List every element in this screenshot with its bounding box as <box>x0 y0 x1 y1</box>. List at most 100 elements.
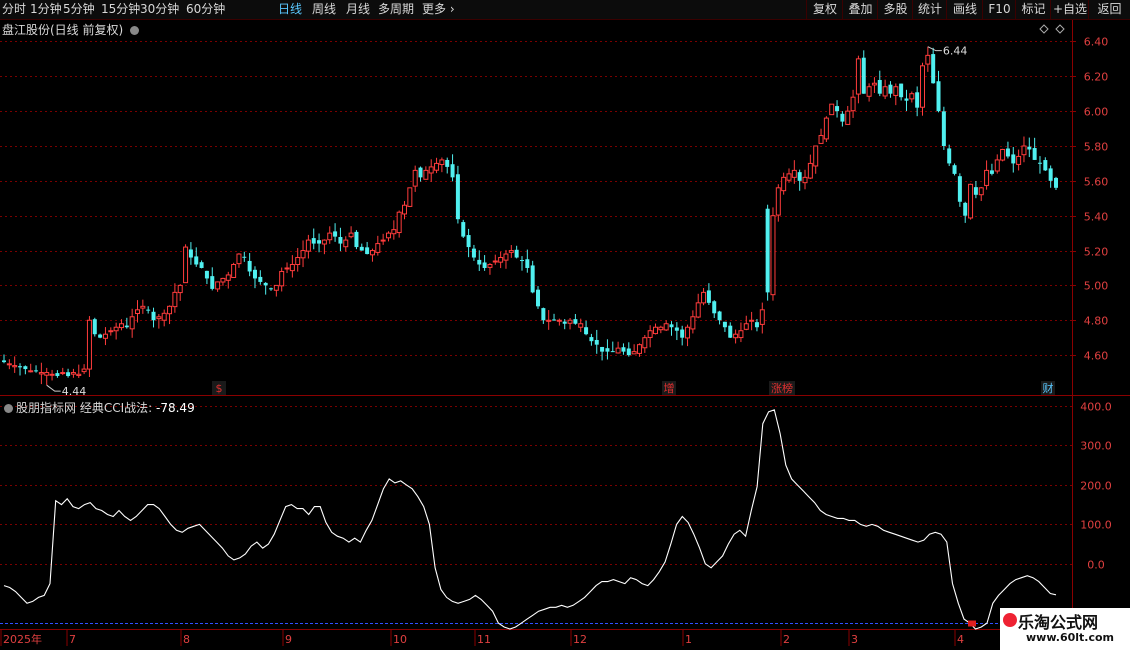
candle-body-up <box>439 159 445 165</box>
candle-body-up <box>396 211 402 234</box>
candle-body-down <box>477 259 482 265</box>
candle-body-up <box>391 229 397 235</box>
xaxis-label: 9 <box>285 633 292 646</box>
candle-body-down <box>333 231 338 237</box>
candle-body-up <box>845 110 851 125</box>
candle-body-down <box>92 319 97 335</box>
candle-body-up <box>321 239 327 245</box>
candle-body-down <box>450 164 455 178</box>
candle-body-up <box>919 65 925 108</box>
min-label: 4.44 <box>62 385 86 398</box>
candle-body-up <box>829 103 835 116</box>
candle-body-down <box>674 327 679 331</box>
candle-body-up <box>1016 155 1022 165</box>
candle-body-down <box>418 167 423 178</box>
candle-body-up <box>492 260 498 263</box>
candle-body-up <box>273 284 279 291</box>
candle-body-up <box>578 323 584 328</box>
candle-body-up <box>909 93 915 100</box>
chart-canvas: 4.60 4.80 5.00 5.20 5.40 5.60 5.80 6.00 6.20 6.40… <box>0 20 1130 650</box>
candle-body-up <box>893 86 899 96</box>
candle-body-up <box>994 159 1000 172</box>
candle-body-down <box>359 246 364 251</box>
candle-body-up <box>823 117 829 140</box>
candle-body-up <box>220 277 226 283</box>
cci-tick-label: 0.0 <box>1087 559 1105 572</box>
candle-body-down <box>55 373 60 377</box>
candle-body-down <box>194 256 199 265</box>
candle-body-up <box>369 250 375 256</box>
candle-body-up <box>749 319 755 322</box>
cci-signal-marker <box>968 620 976 627</box>
candle-body-up <box>407 187 413 207</box>
candle-body-down <box>252 269 257 279</box>
event-marker: $ <box>216 382 223 395</box>
diamond-icon <box>1055 24 1065 34</box>
candle-body-up <box>412 169 418 187</box>
candle-body-down <box>530 265 535 293</box>
candle-body-up <box>781 176 787 192</box>
candle-body-up <box>652 326 658 335</box>
chevron-down-icon[interactable] <box>4 404 13 413</box>
price-tick-label: 5.40 <box>1084 211 1109 224</box>
candle-body-up <box>498 257 504 263</box>
candle-body-up <box>1021 145 1027 156</box>
candle-body-up <box>818 135 824 144</box>
cci-tick-label: 100.0 <box>1080 519 1112 532</box>
candle-body-up <box>76 373 82 376</box>
candle-body-down <box>455 174 460 220</box>
candle-body-down <box>466 235 471 248</box>
candle-body-down <box>717 311 722 321</box>
candle-body-down <box>989 170 994 174</box>
candle-body-up <box>690 316 696 330</box>
candle-body-up <box>167 305 173 315</box>
chevron-down-icon[interactable] <box>130 26 140 35</box>
candle-body-down <box>573 319 578 324</box>
event-marker: 涨榜 <box>771 381 793 395</box>
candle-body-down <box>904 98 909 101</box>
cci-tick-label: 400.0 <box>1080 401 1112 414</box>
xaxis-label: 8 <box>183 633 190 646</box>
candle-body-down <box>536 289 541 307</box>
indicator-title: 股朋指标网 经典CCI战法: -78.49 <box>4 399 195 416</box>
candle-body-down <box>525 259 530 268</box>
indicator-formula: 经典CCI战法: <box>79 401 153 415</box>
candle-body-down <box>1048 168 1053 181</box>
candle-body-up <box>231 263 237 278</box>
candle-body-up <box>289 263 295 272</box>
candle-body-up <box>284 267 290 270</box>
price-tick-label: 6.40 <box>1084 36 1109 49</box>
candle-body-down <box>888 84 893 94</box>
candle-body-down <box>66 372 71 377</box>
candle-body-up <box>685 326 691 339</box>
candle-body-down <box>519 260 524 262</box>
candle-body-down <box>562 321 567 324</box>
candle-body-up <box>60 372 66 375</box>
candle-body-up <box>44 372 50 376</box>
candle-body-down <box>931 54 936 84</box>
main-chart-title: 盘江股份(日线 前复权) <box>2 21 140 38</box>
candle-body-down <box>541 308 546 321</box>
xaxis-label: 4 <box>957 633 964 646</box>
xaxis-label: 7 <box>69 633 76 646</box>
candle-body-down <box>151 311 156 321</box>
candle-body-down <box>861 57 866 94</box>
candle-body-up <box>770 215 776 296</box>
price-tick-label: 6.20 <box>1084 71 1109 84</box>
candle-body-down <box>626 348 631 356</box>
candle-body-up <box>118 323 124 329</box>
candle-body-up <box>647 330 653 338</box>
candle-body-up <box>871 82 877 86</box>
candle-body-down <box>445 159 450 167</box>
candle-body-down <box>461 222 466 237</box>
candle-body-down <box>269 288 274 290</box>
candle-body-down <box>947 148 952 164</box>
candle-body-up <box>759 309 765 325</box>
candle-body-up <box>423 169 429 180</box>
candle-body-up <box>984 169 990 186</box>
candle-body-down <box>98 334 103 338</box>
candle-body-up <box>1000 148 1006 161</box>
candle-body-up <box>81 368 87 373</box>
diamond-icon <box>1039 24 1049 34</box>
candle-body-up <box>6 363 12 366</box>
